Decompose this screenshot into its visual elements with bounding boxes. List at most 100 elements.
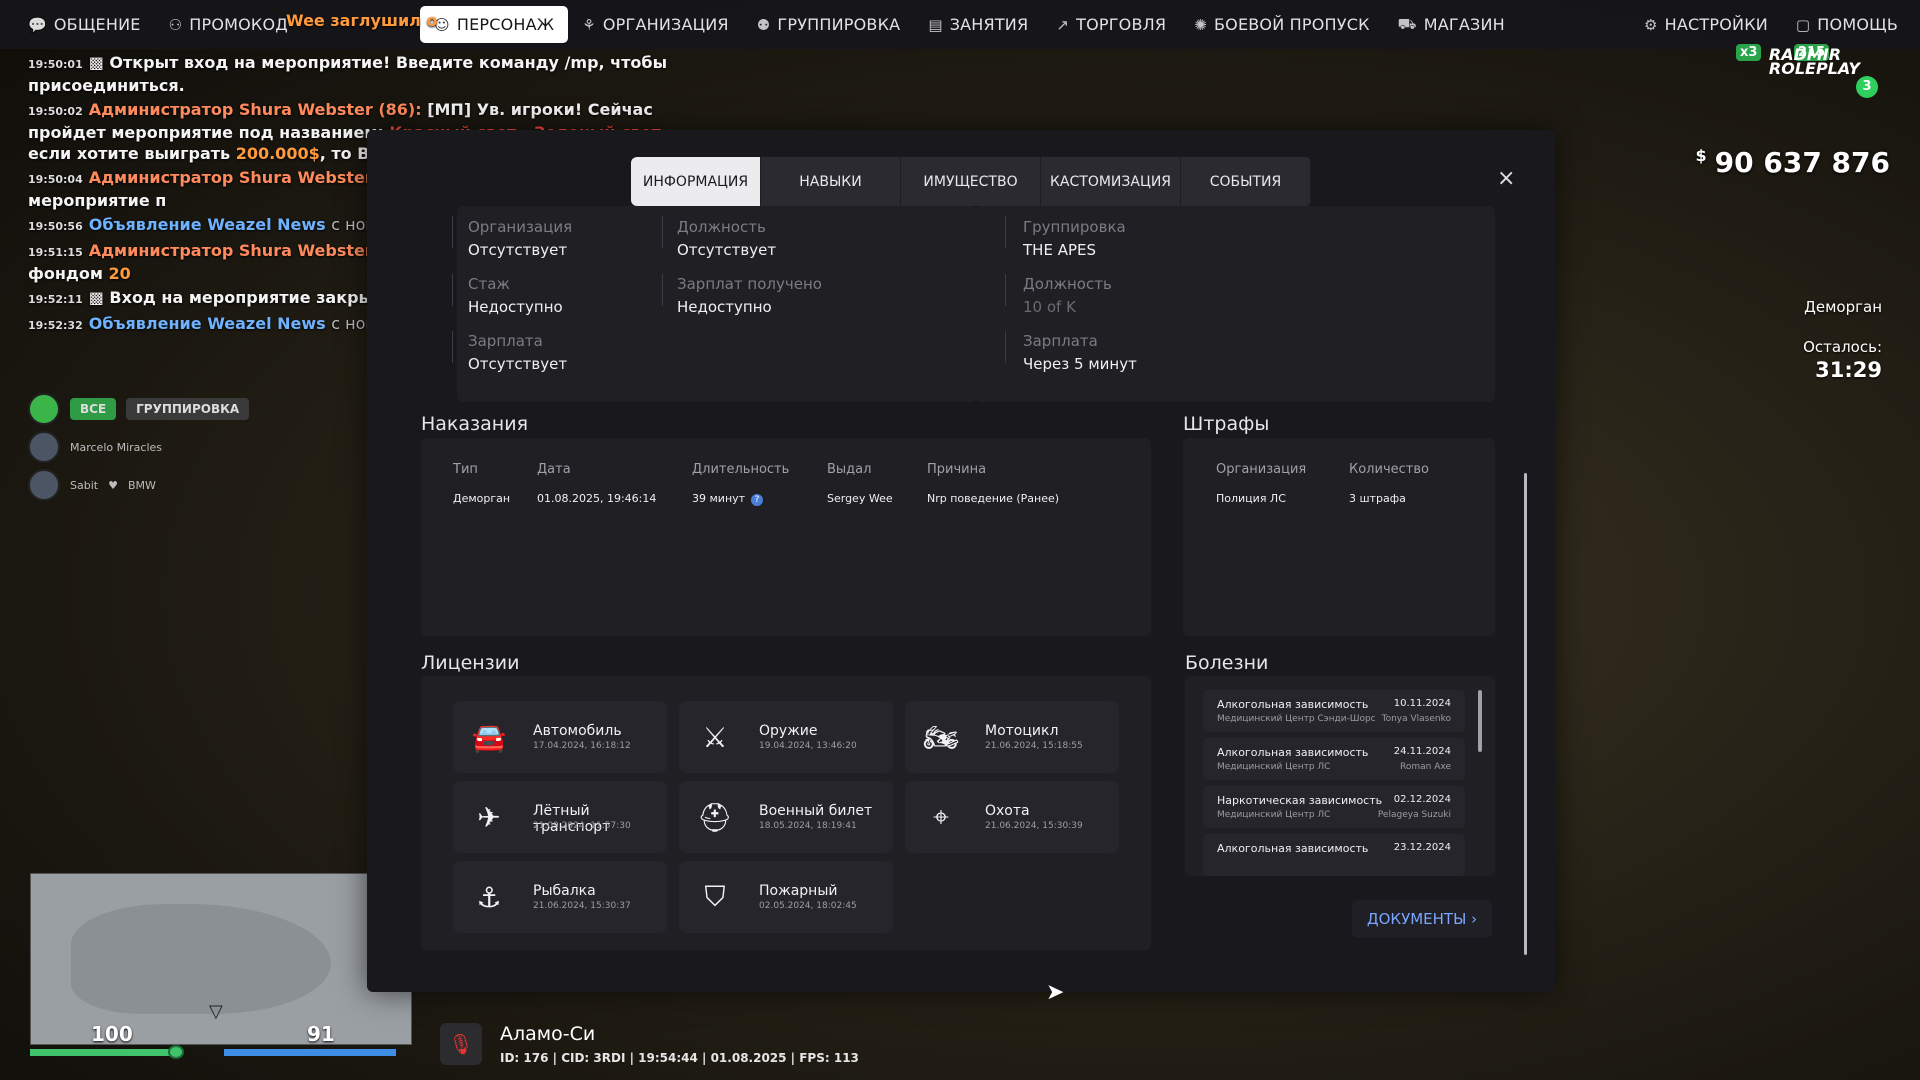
microphone-icon[interactable]: 🎙 — [440, 1023, 482, 1065]
minimap-land — [71, 904, 331, 1014]
nav-cart[interactable]: ⛟ МАГАЗИН — [1384, 6, 1519, 43]
helmet-icon: ⛑ — [697, 800, 733, 834]
voice-row-marcelo: Marcelo Miracles — [28, 428, 249, 466]
chip-group[interactable]: ГРУППИРОВКА — [126, 398, 250, 420]
disease-date: 23.12.2024 — [1393, 842, 1451, 853]
modal-tabs: ИНФОРМАЦИЯ НАВЫКИ ИМУЩЕСТВО КАСТОМИЗАЦИЯ СОБ… — [631, 157, 1311, 206]
health-bar — [30, 1045, 184, 1059]
salary-received-value: Недоступно — [677, 298, 772, 316]
license-fire-shield[interactable]: ⛉ Пожарный 02.05.2024, 18:02:45 — [679, 861, 893, 933]
experience-label: Стаж — [468, 275, 510, 293]
voice-row-sabit: Sabit ♥ BMW — [28, 466, 249, 504]
org-field: Организация Отсутствует — [468, 218, 572, 259]
nav-battlepass[interactable]: ✺ БОЕВОЙ ПРОПУСК — [1180, 6, 1383, 43]
license-fishing[interactable]: ⚓ Рыбалка 21.06.2024, 15:30:37 — [453, 861, 667, 933]
licenses-title: Лицензии — [421, 652, 520, 674]
chat-timestamp: 19:50:04 — [28, 173, 83, 186]
license-motorcycle[interactable]: 🏍 Мотоцикл 21.06.2024, 15:18:55 — [905, 701, 1119, 773]
org-value: Отсутствует — [468, 241, 568, 259]
car-icon: 🚘 — [471, 720, 507, 754]
modal-scrollbar[interactable] — [1524, 473, 1527, 955]
voice-row-egor: ВСЕ ГРУППИРОВКА — [28, 390, 250, 428]
disease-clinic: Медицинский Центр Сэнди-Шорс — [1217, 714, 1376, 724]
help-icon[interactable]: ? — [751, 494, 764, 506]
punish-header-reason: Причина — [927, 462, 987, 477]
chip-all[interactable]: ВСЕ — [70, 398, 117, 420]
punish-issuer: Sergey Wee — [827, 492, 893, 505]
nav-user[interactable]: ☺ ПЕРСОНАЖ — [420, 6, 569, 43]
tab-2[interactable]: ИМУЩЕСТВО — [901, 157, 1041, 206]
chat-text: Объявление Weazel News — [88, 314, 332, 333]
chat-text: Администратор Shura Webster (8 — [88, 241, 397, 260]
disease-item[interactable]: Алкогольная зависимость 24.11.2024 Медицин… — [1203, 738, 1465, 780]
disease-clinic: Медицинский Центр ЛС — [1217, 810, 1331, 820]
license-date: 02.05.2024, 18:02:45 — [759, 901, 857, 911]
nav-chat[interactable]: 💬 ОБЩЕНИЕ — [14, 6, 155, 43]
organization-icon: ⚘ — [582, 15, 596, 34]
license-helmet[interactable]: ⛑ Военный билет 18.05.2024, 18:19:41 — [679, 781, 893, 853]
disease-item[interactable]: Алкогольная зависимость 23.12.2024 — [1203, 834, 1465, 876]
documents-button[interactable]: ДОКУМЕНТЫ › — [1352, 900, 1492, 938]
nav-organization[interactable]: ⚘ ОРГАНИЗАЦИЯ — [568, 6, 743, 43]
plane-icon: ✈ — [477, 800, 501, 834]
nav-chart[interactable]: ↗ ТОРГОВЛЯ — [1042, 6, 1180, 43]
disease-doctor: Pelageya Suzuki — [1377, 810, 1451, 820]
event-name: Деморган — [1804, 298, 1882, 316]
avatar — [28, 431, 60, 463]
gang-salary-label: Зарплата — [1023, 332, 1098, 350]
topbar-left-group: 💬 ОБЩЕНИЕ ⚇ ПРОМОКОД — [14, 6, 302, 43]
chat-timestamp: 19:50:56 — [28, 220, 83, 233]
armor-bar — [224, 1049, 396, 1056]
minimap[interactable]: ▽ 100 91 — [30, 873, 412, 1045]
chat-text: 20 — [108, 264, 131, 283]
location-panel: 🎙 Аламо-Си ID: 176 | CID: 3RDI | 19:54:4… — [440, 1023, 859, 1065]
license-car[interactable]: 🚘 Автомобиль 17.04.2024, 16:18:12 — [453, 701, 667, 773]
license-weapon[interactable]: ⚔ Оружие 19.04.2024, 13:46:20 — [679, 701, 893, 773]
topbar-right-group: ⚙ НАСТРОЙКИ ▢ ПОМОЩЬ — [1630, 6, 1912, 43]
nav-gear[interactable]: ⚙ НАСТРОЙКИ — [1630, 6, 1782, 43]
disease-item[interactable]: Алкогольная зависимость 10.11.2024 Медицин… — [1203, 690, 1465, 732]
motorcycle-icon: 🏍 — [923, 720, 959, 754]
crosshair-icon: ⌖ — [933, 800, 949, 833]
nav-label: БОЕВОЙ ПРОПУСК — [1213, 15, 1370, 34]
tab-0[interactable]: ИНФОРМАЦИЯ — [631, 157, 761, 206]
nav-promo[interactable]: ⚇ ПРОМОКОД — [155, 6, 302, 43]
close-icon[interactable]: × — [1497, 166, 1515, 191]
disease-name: Алкогольная зависимость — [1217, 746, 1369, 759]
punish-duration-value: 39 минут — [692, 492, 746, 505]
chart-icon: ↗ — [1056, 15, 1070, 34]
punish-date: 01.08.2025, 19:46:14 — [537, 492, 657, 505]
voice-name: Marcelo Miracles — [70, 440, 163, 454]
avatar — [28, 393, 60, 425]
diseases-title: Болезни — [1185, 652, 1269, 674]
license-date: 21.06.2024, 15:30:39 — [985, 821, 1083, 831]
disease-date: 10.11.2024 — [1393, 698, 1451, 709]
divider — [452, 331, 453, 363]
nav-help[interactable]: ▢ ПОМОЩЬ — [1782, 6, 1912, 43]
tab-1[interactable]: НАВЫКИ — [761, 157, 901, 206]
tab-3[interactable]: КАСТОМИЗАЦИЯ — [1041, 157, 1181, 206]
tab-4[interactable]: СОБЫТИЯ — [1181, 157, 1311, 206]
license-date: 18.05.2024, 18:19:41 — [759, 821, 857, 831]
nav-group[interactable]: ⚉ ГРУППИРОВКА — [743, 6, 915, 43]
diseases-scrollbar[interactable] — [1478, 690, 1482, 752]
nav-clipboard[interactable]: ▤ ЗАНЯТИЯ — [914, 6, 1042, 43]
punish-header-date: Дата — [537, 462, 571, 477]
license-crosshair[interactable]: ⌖ Охота 21.06.2024, 15:30:39 — [905, 781, 1119, 853]
position-field: Должность Отсутствует — [677, 218, 776, 259]
topbar-center-group: ☺ ПЕРСОНАЖ ⚘ ОРГАНИЗАЦИЯ ⚉ ГРУППИРОВКА ▤ ЗАНЯТИ… — [420, 6, 1519, 43]
gang-salary-field: Зарплата Через 5 минут — [1023, 332, 1137, 373]
chat-text: Объявление Weazel News — [88, 215, 332, 234]
chat-timestamp: 19:50:02 — [28, 105, 83, 118]
nav-label: НАСТРОЙКИ — [1664, 15, 1768, 34]
gang-position-label: Должность — [1023, 275, 1112, 293]
license-name: Автомобиль — [533, 723, 622, 739]
chat-text: ▩ Открыт вход на мероприятие! Введите ко… — [28, 53, 668, 95]
help-icon: ▢ — [1795, 15, 1811, 34]
fines-title: Штрафы — [1183, 413, 1270, 435]
voice-car: BMW — [127, 478, 156, 492]
gear-icon: ⚙ — [1644, 15, 1658, 34]
voice-name: Sabit — [70, 478, 99, 492]
disease-item[interactable]: Наркотическая зависимость 02.12.2024 Медиц… — [1203, 786, 1465, 828]
license-plane[interactable]: ✈ Лётный транспорт 21.09.2024, 11:57:30 — [453, 781, 667, 853]
